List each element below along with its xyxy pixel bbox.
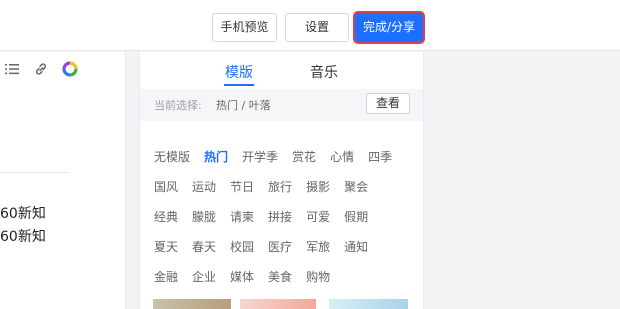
- category-item[interactable]: 节日: [230, 178, 254, 195]
- editor-area: 60新知 60新知: [0, 52, 126, 309]
- category-item[interactable]: 企业: [192, 268, 216, 285]
- link-icon[interactable]: [33, 61, 49, 77]
- category-item[interactable]: 通知: [344, 238, 368, 255]
- editor-text-line[interactable]: 60新知: [0, 226, 46, 246]
- category-item[interactable]: 摄影: [306, 178, 330, 195]
- category-item[interactable]: 国风: [154, 178, 178, 195]
- done-share-button[interactable]: 完成/分享: [355, 13, 423, 42]
- right-background: [425, 52, 620, 309]
- template-thumbnail[interactable]: [240, 299, 316, 309]
- category-row: 金融 企业 媒体 美食 购物: [154, 266, 419, 296]
- category-row: 国风 运动 节日 旅行 摄影 聚会: [154, 176, 419, 206]
- template-thumbnail[interactable]: [329, 299, 408, 309]
- current-selection-label: 当前选择:: [154, 99, 202, 112]
- top-toolbar: 手机预览 设置 完成/分享: [0, 0, 620, 51]
- category-item[interactable]: 聚会: [344, 178, 368, 195]
- category-item[interactable]: 可爱: [306, 208, 330, 225]
- category-item-active[interactable]: 热门: [204, 148, 228, 165]
- category-item[interactable]: 假期: [344, 208, 368, 225]
- active-tab-indicator: [224, 84, 254, 86]
- tab-template[interactable]: 模版: [225, 62, 253, 82]
- category-item[interactable]: 赏花: [292, 148, 316, 165]
- list-icon[interactable]: [4, 61, 20, 77]
- category-item[interactable]: 运动: [192, 178, 216, 195]
- settings-button[interactable]: 设置: [285, 13, 349, 42]
- category-item[interactable]: 春天: [192, 238, 216, 255]
- category-row: 无模版 热门 开学季 赏花 心情 四季: [154, 146, 419, 176]
- category-item[interactable]: 夏天: [154, 238, 178, 255]
- tab-music[interactable]: 音乐: [310, 62, 338, 82]
- color-wheel-icon[interactable]: [62, 61, 78, 77]
- editor-text-line[interactable]: 60新知: [0, 203, 46, 223]
- view-button[interactable]: 查看: [366, 93, 410, 114]
- current-selection-value: 热门 / 叶落: [216, 99, 271, 112]
- template-panel: 模版 音乐 当前选择: 热门 / 叶落 查看 无模版 热门 开学季 赏花 心情 四季 国风…: [139, 52, 424, 309]
- category-row: 夏天 春天 校园 医疗 军旅 通知: [154, 236, 419, 266]
- category-item[interactable]: 购物: [306, 268, 330, 285]
- category-item[interactable]: 无模版: [154, 148, 190, 165]
- category-item[interactable]: 美食: [268, 268, 292, 285]
- mobile-preview-button[interactable]: 手机预览: [212, 13, 277, 42]
- category-item[interactable]: 旅行: [268, 178, 292, 195]
- category-item[interactable]: 心情: [330, 148, 354, 165]
- category-item[interactable]: 金融: [154, 268, 178, 285]
- category-list: 无模版 热门 开学季 赏花 心情 四季 国风 运动 节日 旅行 摄影 聚会 经典 朦胧 请柬 拼接 可爱 假期…: [154, 146, 419, 296]
- category-item[interactable]: 请柬: [230, 208, 254, 225]
- category-item[interactable]: 开学季: [242, 148, 278, 165]
- category-item[interactable]: 军旅: [306, 238, 330, 255]
- template-thumbnail[interactable]: [153, 299, 231, 309]
- category-item[interactable]: 朦胧: [192, 208, 216, 225]
- editor-divider: [0, 172, 68, 173]
- category-item[interactable]: 媒体: [230, 268, 254, 285]
- category-row: 经典 朦胧 请柬 拼接 可爱 假期: [154, 206, 419, 236]
- category-item[interactable]: 经典: [154, 208, 178, 225]
- current-selection-bar: 当前选择: 热门 / 叶落 查看: [140, 89, 423, 121]
- category-item[interactable]: 拼接: [268, 208, 292, 225]
- category-item[interactable]: 医疗: [268, 238, 292, 255]
- category-item[interactable]: 四季: [368, 148, 392, 165]
- category-item[interactable]: 校园: [230, 238, 254, 255]
